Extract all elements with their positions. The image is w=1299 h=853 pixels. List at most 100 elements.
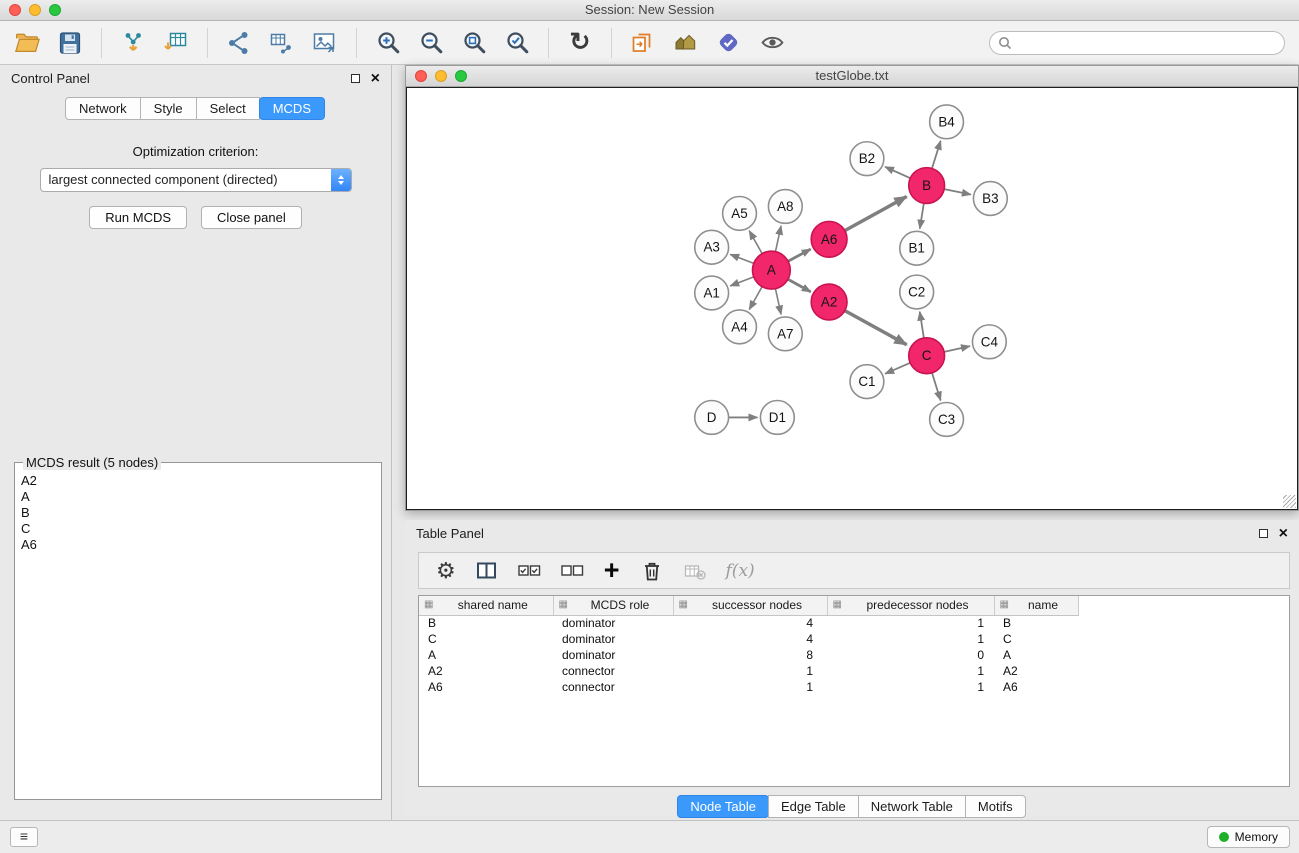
network-node-B4[interactable]: B4: [930, 105, 964, 139]
column-header-predecessor-nodes[interactable]: ▦predecessor nodes: [827, 596, 994, 615]
network-edge-A-A3[interactable]: [730, 254, 753, 263]
resize-grip[interactable]: [1283, 495, 1296, 508]
network-edge-B-B4[interactable]: [932, 141, 941, 169]
tab-mcds[interactable]: MCDS: [259, 97, 325, 120]
tab-select[interactable]: Select: [196, 97, 260, 120]
validate-network-button[interactable]: [712, 26, 746, 60]
close-panel-icon[interactable]: ×: [371, 73, 380, 85]
zoom-fit-button[interactable]: [457, 26, 491, 60]
zoom-out-button[interactable]: [414, 26, 448, 60]
network-edge-A-A6[interactable]: [788, 249, 811, 261]
close-panel-button[interactable]: Close panel: [201, 206, 302, 229]
network-node-A7[interactable]: A7: [768, 317, 802, 351]
network-edge-A-A2[interactable]: [788, 279, 811, 292]
column-header-mcds-role[interactable]: ▦MCDS role: [553, 596, 673, 615]
network-node-C1[interactable]: C1: [850, 365, 884, 399]
column-header-name[interactable]: ▦name: [994, 596, 1078, 615]
network-node-A5[interactable]: A5: [723, 196, 757, 230]
zoom-window-button[interactable]: [49, 4, 61, 16]
network-overview-button[interactable]: [669, 26, 703, 60]
table-row[interactable]: Bdominator41B: [419, 615, 1078, 631]
network-node-C2[interactable]: C2: [900, 275, 934, 309]
export-network-image-button[interactable]: [308, 26, 342, 60]
tab-style[interactable]: Style: [140, 97, 197, 120]
zoom-in-button[interactable]: [371, 26, 405, 60]
network-edge-A6-B[interactable]: [845, 197, 907, 231]
network-node-A8[interactable]: A8: [768, 190, 802, 224]
show-panels-button[interactable]: ≡: [10, 827, 38, 847]
network-edge-A2-C[interactable]: [845, 311, 907, 345]
tab-node-table[interactable]: Node Table: [677, 795, 769, 818]
network-canvas[interactable]: B4 B2 B B3 A5 A8 A6 A3 B1 A A1 C2 A2 A4 A7 C4 C C1 C3 D D1: [406, 87, 1298, 510]
share-network-button[interactable]: [222, 26, 256, 60]
minimize-network-button[interactable]: [435, 70, 447, 82]
network-node-A6[interactable]: A6: [811, 221, 847, 257]
minimize-window-button[interactable]: [29, 4, 41, 16]
function-builder-button[interactable]: f(x): [726, 557, 755, 585]
run-mcds-button[interactable]: Run MCDS: [89, 206, 187, 229]
apply-preferred-layout-button[interactable]: ↻: [563, 26, 597, 60]
network-node-B1[interactable]: B1: [900, 231, 934, 265]
table-row[interactable]: A2connector11A2: [419, 663, 1078, 679]
select-all-button[interactable]: [518, 557, 541, 585]
network-edge-C-C2[interactable]: [920, 312, 924, 338]
tab-edge-table[interactable]: Edge Table: [768, 795, 859, 818]
table-options-button[interactable]: ⚙: [436, 557, 456, 585]
network-node-B3[interactable]: B3: [973, 182, 1007, 216]
network-node-A3[interactable]: A3: [695, 230, 729, 264]
network-edge-C-C3[interactable]: [932, 373, 941, 401]
network-node-D[interactable]: D: [695, 401, 729, 435]
network-node-C[interactable]: C: [909, 338, 945, 374]
network-node-C3[interactable]: C3: [930, 403, 964, 437]
clone-network-button[interactable]: [626, 26, 660, 60]
network-edge-B-B2[interactable]: [885, 167, 910, 178]
network-edge-A-A5[interactable]: [749, 231, 762, 254]
network-edge-C-C4[interactable]: [944, 346, 970, 352]
network-node-A4[interactable]: A4: [723, 310, 757, 344]
network-edge-C-C1[interactable]: [885, 363, 910, 374]
show-hide-graphics-button[interactable]: [755, 26, 789, 60]
zoom-network-button[interactable]: [455, 70, 467, 82]
table-row[interactable]: Adominator80A: [419, 647, 1078, 663]
network-node-D1[interactable]: D1: [760, 401, 794, 435]
network-edge-A-A1[interactable]: [730, 277, 753, 286]
column-header-shared-name[interactable]: ▦shared name: [419, 596, 553, 615]
tab-motifs[interactable]: Motifs: [965, 795, 1026, 818]
tab-network[interactable]: Network: [65, 97, 141, 120]
close-window-button[interactable]: [9, 4, 21, 16]
network-node-A[interactable]: A: [752, 251, 790, 289]
import-network-from-file-button[interactable]: [116, 26, 150, 60]
table-row[interactable]: A6connector11A6: [419, 679, 1078, 695]
network-node-B2[interactable]: B2: [850, 142, 884, 176]
network-edge-B-B3[interactable]: [944, 189, 971, 194]
float-table-panel-icon[interactable]: [1259, 529, 1268, 538]
add-row-button[interactable]: +: [604, 557, 620, 585]
save-session-button[interactable]: [53, 26, 87, 60]
table-row[interactable]: Cdominator41C: [419, 631, 1078, 647]
delete-rows-button[interactable]: [640, 557, 664, 585]
network-edge-A-A7[interactable]: [775, 289, 781, 315]
search-input[interactable]: [1017, 36, 1276, 50]
network-node-A2[interactable]: A2: [811, 284, 847, 320]
network-graph[interactable]: B4 B2 B B3 A5 A8 A6 A3 B1 A A1 C2 A2 A4 A7 C4 C C1 C3 D D1: [407, 88, 1297, 509]
network-edge-B-B1[interactable]: [920, 203, 924, 228]
network-node-B[interactable]: B: [909, 168, 945, 204]
close-network-button[interactable]: [415, 70, 427, 82]
memory-button[interactable]: Memory: [1207, 826, 1290, 848]
tab-network-table[interactable]: Network Table: [858, 795, 966, 818]
open-session-button[interactable]: [10, 26, 44, 60]
import-table-from-file-button[interactable]: [159, 26, 193, 60]
network-node-A1[interactable]: A1: [695, 276, 729, 310]
close-table-panel-icon[interactable]: ×: [1279, 528, 1288, 540]
delete-table-button[interactable]: [684, 557, 706, 585]
show-columns-button[interactable]: [476, 557, 498, 585]
zoom-selected-button[interactable]: [500, 26, 534, 60]
network-edge-A-A8[interactable]: [775, 226, 781, 252]
network-node-C4[interactable]: C4: [972, 325, 1006, 359]
float-panel-icon[interactable]: [351, 74, 360, 83]
network-edge-A-A4[interactable]: [749, 287, 762, 310]
export-network-table-button[interactable]: [265, 26, 299, 60]
unselect-all-button[interactable]: [561, 557, 584, 585]
optimization-criterion-select[interactable]: largest connected component (directed): [40, 168, 352, 192]
column-header-successor-nodes[interactable]: ▦successor nodes: [673, 596, 827, 615]
